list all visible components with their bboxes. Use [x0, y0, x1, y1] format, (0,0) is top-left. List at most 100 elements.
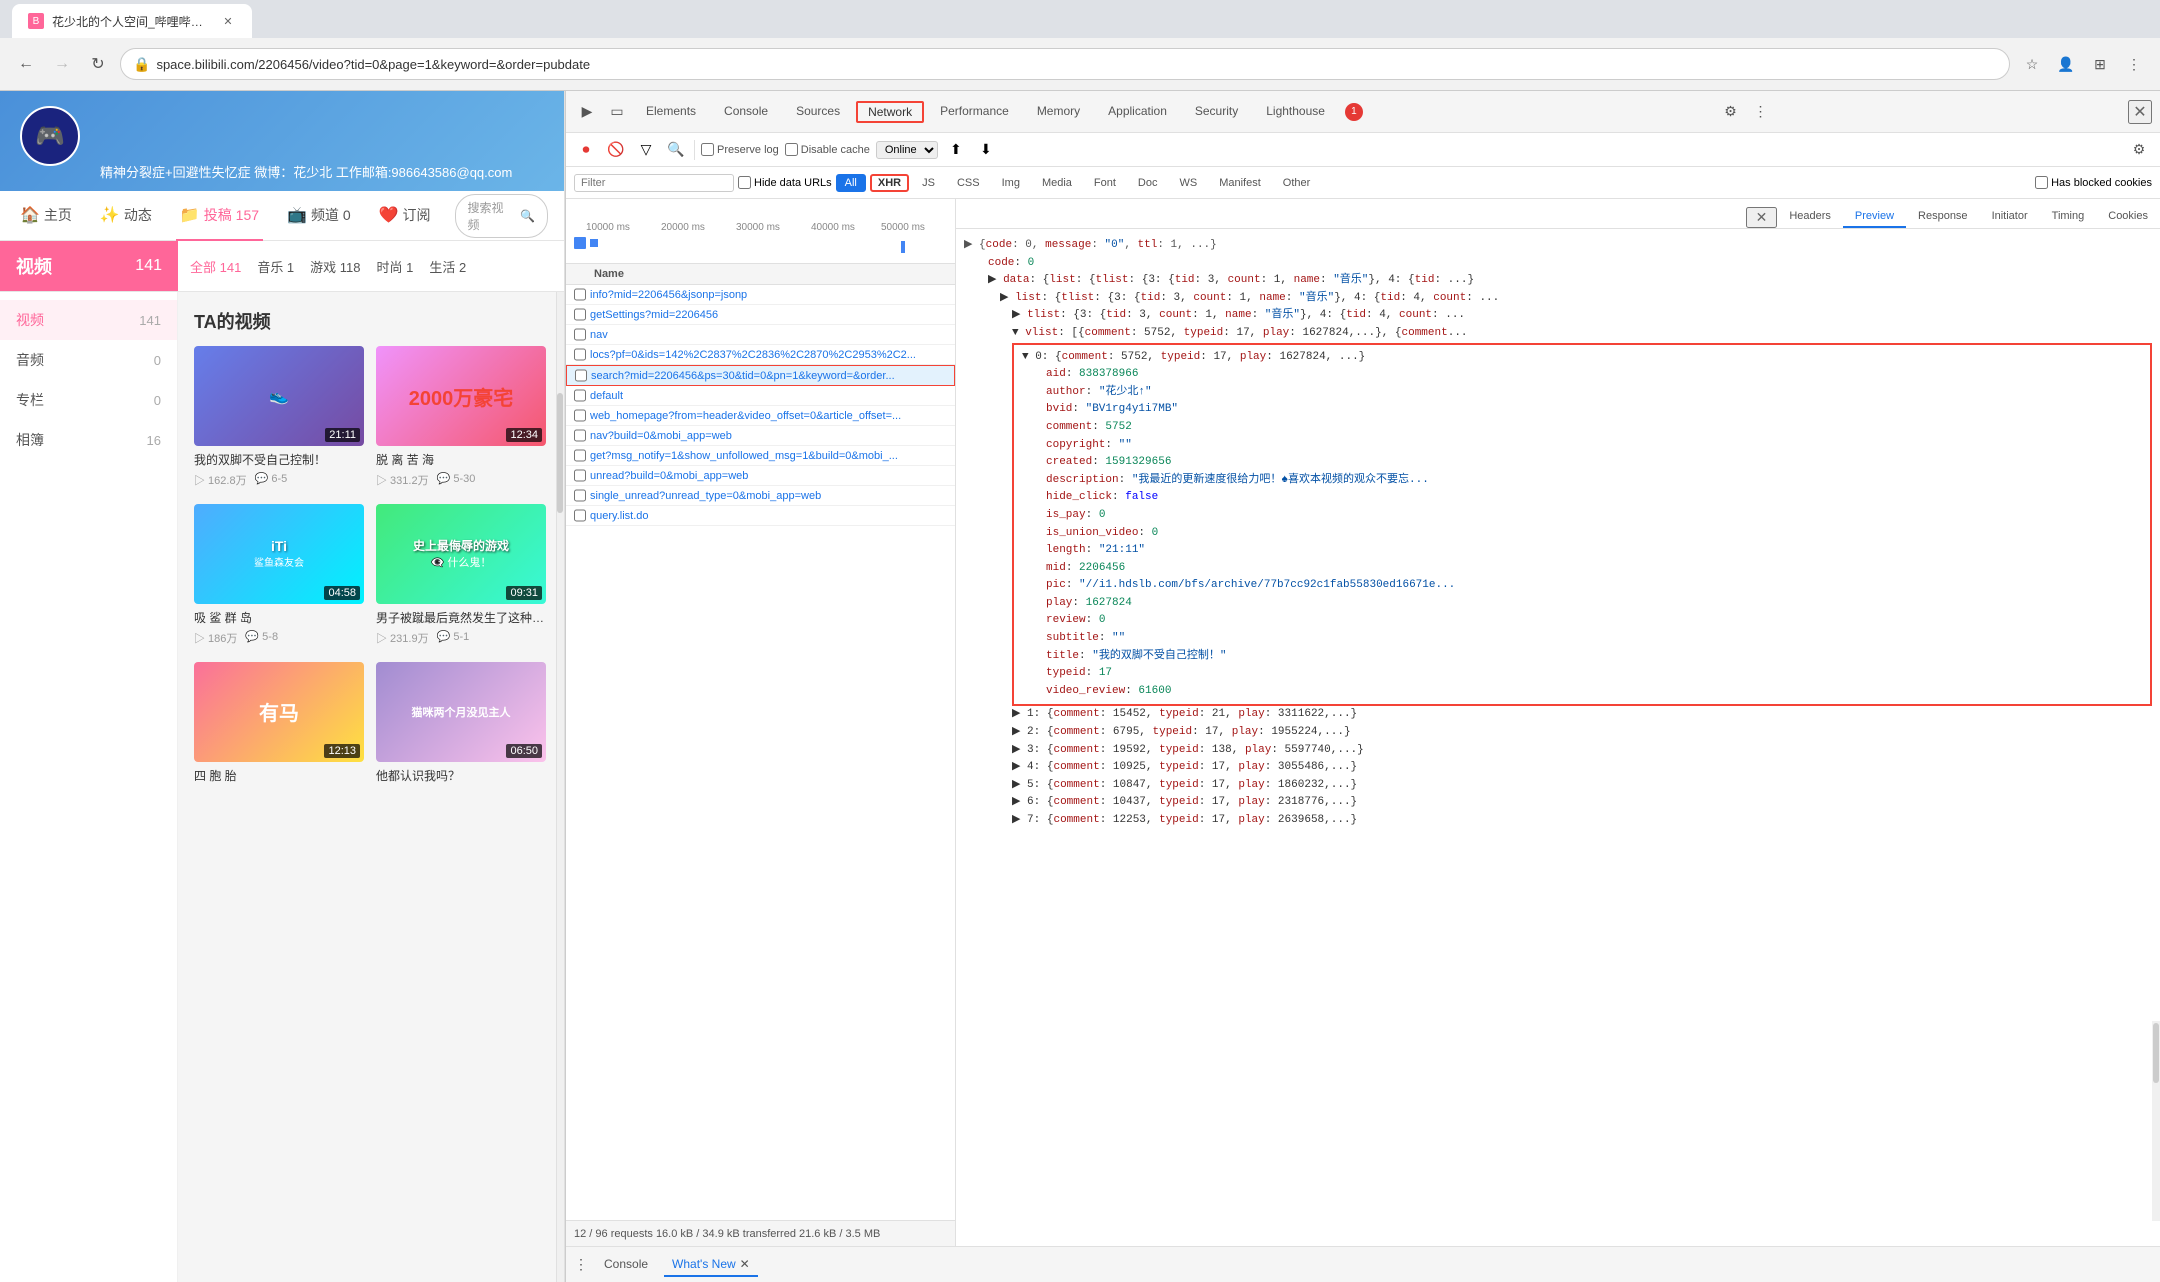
- request-row-web-homepage[interactable]: web_homepage?from=header&video_offset=0&…: [566, 406, 955, 426]
- req-checkbox-5[interactable]: [575, 369, 587, 382]
- request-row-default[interactable]: default: [566, 386, 955, 406]
- search-box[interactable]: 搜索视频 🔍: [455, 194, 548, 238]
- devtools-inspect-button[interactable]: ▶: [574, 99, 600, 125]
- export-button[interactable]: ⬇: [974, 138, 998, 162]
- req-checkbox-10[interactable]: [574, 469, 586, 482]
- browser-tab-active[interactable]: B 花少北的个人空间_哔哩哔哩_Bilibili ✕: [12, 4, 252, 38]
- tab-application[interactable]: Application: [1096, 100, 1179, 124]
- resp-tab-cookies[interactable]: Cookies: [2096, 206, 2160, 228]
- video-card-4[interactable]: 史上最侮辱的游戏 👁‍🗨 什么鬼！ 09:31 男子被蹴最后竟然发生了这种事！？…: [376, 504, 546, 646]
- nav-home[interactable]: 🏠 主页: [16, 191, 76, 241]
- nav-subscribe[interactable]: ❤️ 订阅: [375, 191, 435, 241]
- filter-font[interactable]: Font: [1085, 174, 1125, 192]
- filter-fashion[interactable]: 时尚 1: [377, 257, 414, 276]
- tab-security[interactable]: Security: [1183, 100, 1250, 124]
- refresh-button[interactable]: ↻: [84, 50, 112, 78]
- sidebar-item-video[interactable]: 视频 141: [0, 300, 177, 340]
- nav-channel[interactable]: 📺 频道 0: [283, 191, 355, 241]
- req-checkbox-2[interactable]: [574, 308, 586, 321]
- resp-tab-initiator[interactable]: Initiator: [1980, 206, 2040, 228]
- tab-elements[interactable]: Elements: [634, 100, 708, 124]
- preserve-log-checkbox[interactable]: [701, 143, 714, 156]
- bottom-tab-whats-new[interactable]: What's New ✕: [664, 1253, 758, 1277]
- sidebar-item-album[interactable]: 相簿 16: [0, 420, 177, 460]
- request-row-single-unread[interactable]: single_unread?unread_type=0&mobi_app=web: [566, 486, 955, 506]
- devtools-settings-button[interactable]: ⚙: [1717, 99, 1743, 125]
- video-card-1[interactable]: 👟 21:11 我的双脚不受自己控制！ ▷ 162.8万 💬 6-5: [194, 346, 364, 488]
- filter-xhr[interactable]: XHR: [870, 174, 909, 192]
- import-button[interactable]: ⬆: [944, 138, 968, 162]
- filter-icon-button[interactable]: ▽: [634, 138, 658, 162]
- request-row-nav-build[interactable]: nav?build=0&mobi_app=web: [566, 426, 955, 446]
- blocked-requests-checkbox[interactable]: [2035, 176, 2048, 189]
- req-checkbox-9[interactable]: [574, 449, 586, 462]
- devtools-close-button[interactable]: ✕: [2128, 100, 2152, 124]
- back-button[interactable]: ←: [12, 50, 40, 78]
- tab-memory[interactable]: Memory: [1025, 100, 1092, 124]
- filter-js[interactable]: JS: [913, 174, 944, 192]
- extensions-button[interactable]: ⊞: [2086, 50, 2114, 78]
- filter-img[interactable]: Img: [993, 174, 1029, 192]
- filter-music[interactable]: 音乐 1: [257, 257, 294, 276]
- hide-data-urls-label[interactable]: Hide data URLs: [738, 176, 832, 189]
- response-close-button[interactable]: ✕: [1746, 207, 1778, 228]
- blocked-requests-label[interactable]: Has blocked cookies: [2035, 176, 2152, 189]
- sidebar-item-audio[interactable]: 音频 0: [0, 340, 177, 380]
- filter-doc[interactable]: Doc: [1129, 174, 1167, 192]
- resp-tab-preview[interactable]: Preview: [1843, 206, 1906, 228]
- tab-performance[interactable]: Performance: [928, 100, 1021, 124]
- throttle-select[interactable]: Online: [876, 141, 938, 159]
- response-scrollbar-track[interactable]: [2152, 1021, 2160, 1221]
- devtools-more-button[interactable]: ⋮: [1747, 99, 1773, 125]
- filter-input[interactable]: [574, 174, 734, 192]
- resp-tab-timing[interactable]: Timing: [2040, 206, 2097, 228]
- filter-life[interactable]: 生活 2: [429, 257, 466, 276]
- profile-button[interactable]: 👤: [2052, 50, 2080, 78]
- video-card-2[interactable]: 2000万豪宅 12:34 脱 离 苦 海 ▷ 331.2万 💬 5-30: [376, 346, 546, 488]
- forward-button[interactable]: →: [48, 50, 76, 78]
- request-row-msg[interactable]: get?msg_notify=1&show_unfollowed_msg=1&b…: [566, 446, 955, 466]
- filter-ws[interactable]: WS: [1170, 174, 1206, 192]
- address-bar[interactable]: 🔒 space.bilibili.com/2206456/video?tid=0…: [120, 48, 2010, 80]
- disable-cache-label[interactable]: Disable cache: [785, 143, 870, 156]
- request-row-settings[interactable]: getSettings?mid=2206456: [566, 305, 955, 325]
- bilibili-scrollbar[interactable]: [556, 292, 564, 1282]
- bookmark-button[interactable]: ☆: [2018, 50, 2046, 78]
- devtools-menu-icon[interactable]: ⋮: [574, 1256, 588, 1273]
- tab-lighthouse[interactable]: Lighthouse: [1254, 100, 1337, 124]
- request-row-locs[interactable]: locs?pf=0&ids=142%2C2837%2C2836%2C2870%2…: [566, 345, 955, 365]
- clear-button[interactable]: 🚫: [604, 138, 628, 162]
- sidebar-item-article[interactable]: 专栏 0: [0, 380, 177, 420]
- search-network-button[interactable]: 🔍: [664, 138, 688, 162]
- req-checkbox-1[interactable]: [574, 288, 586, 301]
- whats-new-close[interactable]: ✕: [740, 1257, 750, 1271]
- filter-other[interactable]: Other: [1274, 174, 1320, 192]
- menu-button[interactable]: ⋮: [2120, 50, 2148, 78]
- network-settings[interactable]: ⚙: [2126, 137, 2152, 163]
- disable-cache-checkbox[interactable]: [785, 143, 798, 156]
- request-row-unread[interactable]: unread?build=0&mobi_app=web: [566, 466, 955, 486]
- req-checkbox-12[interactable]: [574, 509, 586, 522]
- filter-game[interactable]: 游戏 118: [310, 257, 360, 276]
- hide-data-urls-checkbox[interactable]: [738, 176, 751, 189]
- request-row-search[interactable]: search?mid=2206456&ps=30&tid=0&pn=1&keyw…: [566, 365, 955, 386]
- nav-dynamic[interactable]: ✨ 动态: [96, 191, 156, 241]
- video-card-6[interactable]: 猫咪两个月没见主人 06:50 他都认识我吗？: [376, 662, 546, 785]
- request-row-nav[interactable]: nav: [566, 325, 955, 345]
- request-row-query[interactable]: query.list.do: [566, 506, 955, 526]
- req-checkbox-4[interactable]: [574, 348, 586, 361]
- req-checkbox-7[interactable]: [574, 409, 586, 422]
- req-checkbox-8[interactable]: [574, 429, 586, 442]
- response-scrollbar-thumb[interactable]: [2153, 1023, 2159, 1083]
- filter-all[interactable]: All: [836, 174, 866, 192]
- filter-manifest[interactable]: Manifest: [1210, 174, 1270, 192]
- video-card-3[interactable]: iTi 鲨鱼森友会 04:58 吸 鲨 群 岛 ▷ 186万 💬 5-8: [194, 504, 364, 646]
- preserve-log-label[interactable]: Preserve log: [701, 143, 779, 156]
- req-checkbox-11[interactable]: [574, 489, 586, 502]
- bottom-tab-console[interactable]: Console: [596, 1253, 656, 1277]
- filter-css[interactable]: CSS: [948, 174, 989, 192]
- resp-tab-response[interactable]: Response: [1906, 206, 1980, 228]
- filter-media[interactable]: Media: [1033, 174, 1081, 192]
- video-card-5[interactable]: 有马 12:13 四 胞 胎: [194, 662, 364, 785]
- record-button[interactable]: ⏺: [574, 138, 598, 162]
